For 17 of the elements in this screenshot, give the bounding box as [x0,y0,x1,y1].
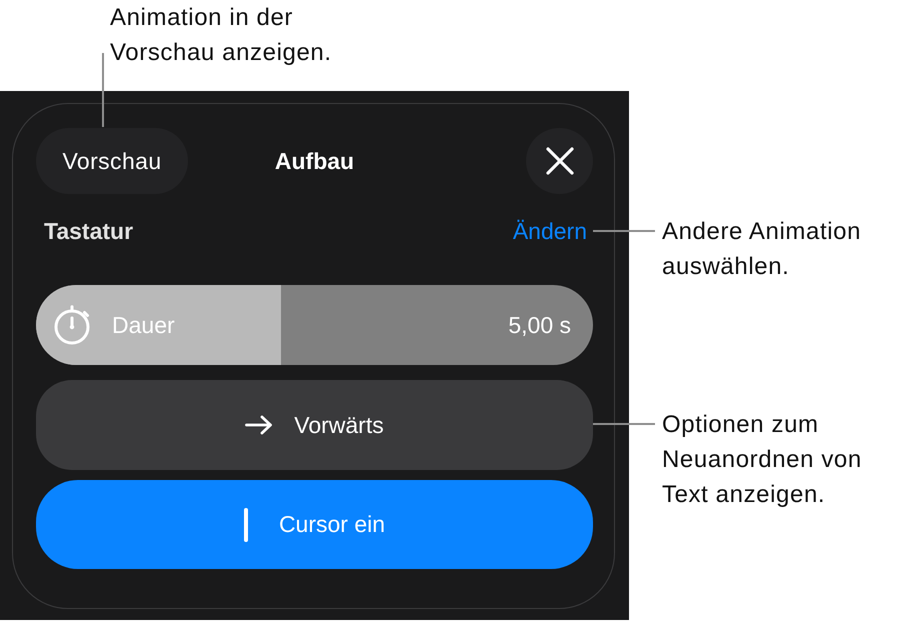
slider-value: 5,00 s [508,312,571,338]
callout-text: Optionen zum Neuanordnen von Text anzeigen. [662,410,862,510]
change-link[interactable]: Ändern [512,218,587,244]
leader-line [593,423,655,425]
cursor-button[interactable]: Cursor ein [36,480,593,569]
callout-text: Animation in der Vorschau anzeigen. [110,3,332,68]
panel-title: Aufbau [274,148,354,174]
slider-label: Dauer [112,312,175,338]
cursor-icon [244,508,248,542]
duration-slider[interactable]: Dauer 5,00 s [36,285,593,365]
close-icon [546,147,574,175]
animation-name: Tastatur [44,218,134,244]
preview-button[interactable]: Vorschau [36,128,188,194]
arrow-icon [245,415,274,435]
callout-text: Andere Animation auswählen. [662,217,862,282]
direction-button[interactable]: Vorwärts [36,380,593,470]
leader-line [593,230,655,232]
